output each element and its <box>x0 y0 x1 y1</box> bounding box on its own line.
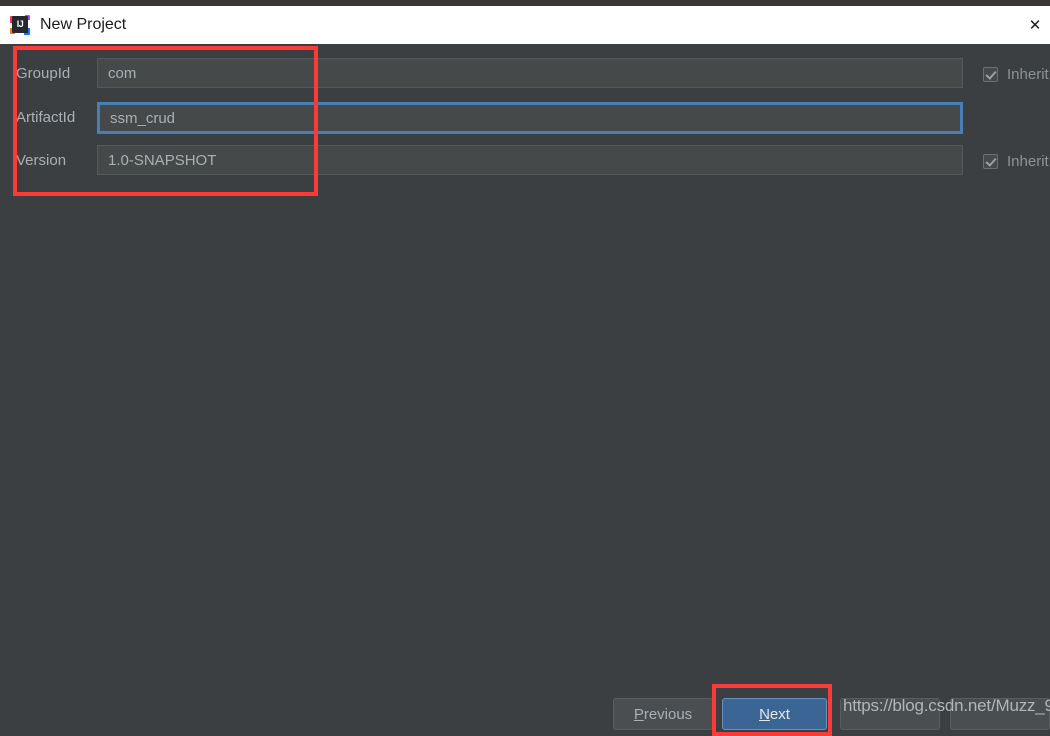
groupid-inherit-checkbox[interactable] <box>983 66 998 82</box>
previous-button-mnemonic: P <box>633 705 644 723</box>
previous-button-label: revious <box>643 705 693 723</box>
new-project-dialog-body: GroupId com Inherit ArtifactId ssm_crud … <box>0 44 1050 732</box>
version-inherit-label: Inherit <box>1007 152 1049 170</box>
artifactid-input[interactable]: ssm_crud <box>97 102 963 134</box>
window-controls: ✕ <box>1020 6 1050 44</box>
groupid-label: GroupId <box>16 65 71 82</box>
version-inherit-group[interactable]: Inherit <box>983 145 1049 177</box>
watermark-text: https://blog.csdn.net/Muzz_99 <box>843 696 1050 715</box>
form-row-groupid: GroupId com Inherit <box>0 58 1050 90</box>
version-label: Version <box>16 152 67 169</box>
close-icon[interactable]: ✕ <box>1020 6 1050 44</box>
next-button[interactable]: Next <box>722 698 827 730</box>
version-input[interactable]: 1.0-SNAPSHOT <box>97 145 963 175</box>
previous-button[interactable]: Previous <box>613 698 713 730</box>
window-titlebar: New Project ✕ <box>0 6 1050 44</box>
form-row-artifactid: ArtifactId ssm_crud <box>0 102 1050 134</box>
window-title: New Project <box>40 16 127 33</box>
form-row-version: Version 1.0-SNAPSHOT Inherit <box>0 145 1050 177</box>
groupid-inherit-label: Inherit <box>1007 65 1049 83</box>
next-button-label: ext <box>769 705 790 723</box>
artifactid-label: ArtifactId <box>16 109 76 126</box>
groupid-inherit-group[interactable]: Inherit <box>983 58 1049 90</box>
version-inherit-checkbox[interactable] <box>983 153 998 169</box>
groupid-input[interactable]: com <box>97 58 963 88</box>
intellij-idea-logo-icon <box>10 15 30 35</box>
next-button-mnemonic: N <box>759 705 770 723</box>
